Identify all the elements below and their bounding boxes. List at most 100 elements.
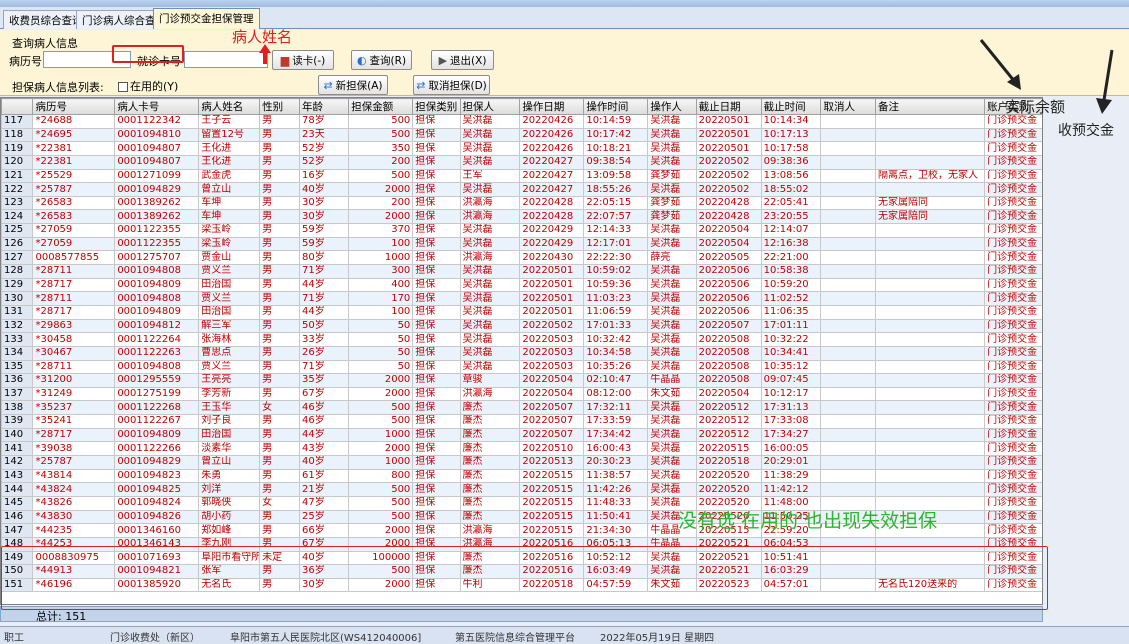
column-header[interactable]: 担保人 bbox=[459, 98, 521, 115]
row-number: 128 bbox=[1, 264, 34, 279]
table-cell: 洪瀛海 bbox=[459, 523, 521, 538]
row-number: 131 bbox=[1, 304, 34, 320]
row-number: 125 bbox=[1, 223, 34, 238]
query-panel-title: 查询病人信息 bbox=[12, 37, 78, 50]
table-cell: 吴洪磊 bbox=[647, 468, 697, 484]
card-number-input[interactable] bbox=[184, 51, 268, 68]
table-row[interactable]: 131 *28717 0001094809 田治国男 44岁 100 担保 吴洪磊 202205… bbox=[1, 304, 1042, 320]
in-use-checkbox[interactable]: 在用的(Y) bbox=[118, 78, 178, 94]
table-row[interactable]: 120 *22381 0001094807 王化进男 52岁 200 担保 吴洪磊 202204… bbox=[1, 154, 1042, 170]
row-number: 133 bbox=[1, 332, 34, 347]
table-cell: *26583 bbox=[32, 195, 116, 211]
table-cell: 担保 bbox=[412, 482, 461, 497]
row-number: 123 bbox=[1, 195, 34, 211]
column-header[interactable]: 病历号 bbox=[32, 98, 116, 115]
table-row[interactable]: 124 *26583 0001389262 车坤男 30岁 2000 担保 洪瀛海 202204… bbox=[1, 209, 1042, 225]
table-row[interactable]: 122 *25787 0001094829 曾立山男 40岁 2000 担保 吴洪磊 20220… bbox=[1, 182, 1042, 197]
table-row[interactable]: 121 *25529 0001271099 武金虎男 16岁 500 担保 王军 2022042… bbox=[1, 168, 1042, 184]
column-header[interactable]: 病人姓名 bbox=[198, 98, 261, 115]
table-row[interactable]: 140 *28717 0001094809 田治国男 44岁 1000 担保 廉杰 202205… bbox=[1, 427, 1042, 443]
column-header[interactable]: 备注 bbox=[875, 98, 986, 115]
table-cell: 09:07:45 bbox=[760, 373, 822, 388]
table-cell: 44岁 bbox=[298, 304, 350, 320]
table-row[interactable]: 135 *28711 0001094808 贾义兰男 71岁 50 担保 吴洪磊 2022050… bbox=[1, 359, 1042, 375]
table-cell: 71岁 bbox=[298, 359, 350, 375]
table-row[interactable]: 134 *30467 0001122263 曹思点男 26岁 50 担保 吴洪磊 2022050… bbox=[1, 345, 1042, 361]
column-header[interactable]: 操作人 bbox=[647, 98, 697, 115]
table-cell: 26岁 bbox=[298, 345, 350, 361]
query-panel: 查询病人信息 病历号 就诊卡号 ▆ 读卡(-) ◐ 查询(R) ▶ 退出(X) … bbox=[0, 30, 1129, 96]
table-cell: 20220520 bbox=[695, 482, 762, 497]
table-cell: 47岁 bbox=[298, 495, 350, 511]
table-cell: 0001122263 bbox=[114, 345, 200, 361]
table-cell: 男 bbox=[259, 195, 300, 211]
column-header[interactable]: 操作时间 bbox=[583, 98, 649, 115]
table-cell: 20220502 bbox=[695, 168, 762, 184]
read-card-button[interactable]: ▆ 读卡(-) bbox=[272, 50, 334, 70]
row-number: 126 bbox=[1, 236, 34, 252]
table-row[interactable]: 130 *28711 0001094808 贾义兰男 71岁 170 担保 吴洪磊 202205… bbox=[1, 291, 1042, 306]
table-cell: 17:34:42 bbox=[583, 427, 649, 443]
table-row[interactable]: 136 *31200 0001295559 王亮亮男 35岁 2000 担保 章骏 202205… bbox=[1, 373, 1042, 388]
column-header[interactable]: 担保类别 bbox=[412, 98, 461, 115]
table-cell: 10:34:58 bbox=[583, 345, 649, 361]
table-row[interactable]: 127 0008577855 0001275707 贾金山男 80岁 1000 担保 洪瀛海 2… bbox=[1, 250, 1042, 266]
table-row[interactable]: 133 *30458 0001122264 张海林男 33岁 50 担保 吴洪磊 2022050… bbox=[1, 332, 1042, 347]
table-row[interactable]: 123 *26583 0001389262 车坤男 30岁 200 担保 洪瀛海 2022042… bbox=[1, 195, 1042, 211]
table-cell: 吴洪磊 bbox=[647, 277, 697, 293]
table-cell: 100 bbox=[348, 236, 414, 252]
table-row[interactable]: 128 *28711 0001094808 贾义兰男 71岁 300 担保 吴洪磊 202205… bbox=[1, 264, 1042, 279]
table-row[interactable]: 126 *27059 0001122355 梁玉岭男 59岁 100 担保 吴洪磊 202204… bbox=[1, 236, 1042, 252]
table-cell: 男 bbox=[259, 523, 300, 538]
table-cell: 09:38:36 bbox=[760, 154, 822, 170]
column-header[interactable]: 取消人 bbox=[820, 98, 877, 115]
table-cell: 门诊预交金 bbox=[984, 455, 1042, 470]
table-row[interactable]: 132 *29863 0001094812 解三军男 50岁 50 担保 吴洪磊 2022050… bbox=[1, 318, 1042, 334]
checkbox-box[interactable] bbox=[118, 82, 128, 92]
table-cell: *25529 bbox=[32, 168, 116, 184]
table-row[interactable]: 144 *43824 0001094825 刘洋男 21岁 500 担保 廉杰 20220515… bbox=[1, 482, 1042, 497]
table-row[interactable]: 141 *39038 0001122266 淡素华男 43岁 2000 担保 廉杰 202205… bbox=[1, 441, 1042, 457]
table-cell: 洪瀛海 bbox=[459, 195, 521, 211]
search-button[interactable]: ◐ 查询(R) bbox=[351, 50, 412, 70]
cancel-guarantee-button[interactable]: ⇄ 取消担保(D) bbox=[413, 75, 490, 95]
table-cell: 贾金山 bbox=[198, 250, 261, 266]
column-header[interactable]: 截止时间 bbox=[760, 98, 822, 115]
table-cell: 0001122355 bbox=[114, 236, 200, 252]
column-header[interactable]: 年龄 bbox=[298, 98, 350, 115]
column-header[interactable]: 病人卡号 bbox=[114, 98, 200, 115]
table-row[interactable]: 138 *35237 0001122268 王玉华女 46岁 500 担保 廉杰 2022050… bbox=[1, 400, 1042, 416]
table-row[interactable]: 119 *22381 0001094807 王化进男 52岁 350 担保 吴洪磊 202204… bbox=[1, 141, 1042, 156]
table-cell: 20220520 bbox=[695, 468, 762, 484]
table-cell: 门诊预交金 bbox=[984, 400, 1042, 416]
table-row[interactable]: 139 *35241 0001122267 刘子良男 46岁 500 担保 廉杰 2022050… bbox=[1, 414, 1042, 429]
table-cell: 0001094825 bbox=[114, 482, 200, 497]
in-use-highlight-box bbox=[112, 45, 184, 63]
table-cell: 20220426 bbox=[519, 127, 585, 143]
table-cell bbox=[820, 209, 877, 225]
table-cell: 女 bbox=[259, 495, 300, 511]
table-cell: 担保 bbox=[412, 414, 461, 429]
table-cell: 20220508 bbox=[695, 332, 762, 347]
table-row[interactable]: 143 *43814 0001094823 朱勇男 61岁 800 担保 廉杰 20220515… bbox=[1, 468, 1042, 484]
table-cell: 门诊预交金 bbox=[984, 359, 1042, 375]
table-cell bbox=[820, 291, 877, 306]
table-row[interactable]: 118 *24695 0001094810 留置12号男 23天 500 担保 吴洪磊 2022… bbox=[1, 127, 1042, 143]
table-cell: 0001275199 bbox=[114, 386, 200, 402]
table-row[interactable]: 142 *25787 0001094829 曾立山男 40岁 1000 担保 廉杰 202205… bbox=[1, 455, 1042, 470]
exit-button[interactable]: ▶ 退出(X) bbox=[431, 50, 494, 70]
annotation-arrow-down-icon bbox=[1096, 49, 1114, 114]
column-header[interactable]: 截止日期 bbox=[695, 98, 762, 115]
column-header[interactable]: 性别 bbox=[259, 98, 300, 115]
table-cell: 吴洪磊 bbox=[459, 154, 521, 170]
table-row[interactable]: 117 *24688 0001122342 王子云男 78岁 500 担保 吴洪磊 202204… bbox=[1, 114, 1042, 129]
table-row[interactable]: 137 *31249 0001275199 李芳新男 67岁 2000 担保 洪瀛海 20220… bbox=[1, 386, 1042, 402]
column-header[interactable]: 担保金额 bbox=[348, 98, 414, 115]
table-cell: 门诊预交金 bbox=[984, 414, 1042, 429]
table-cell: *24688 bbox=[32, 114, 116, 129]
column-header[interactable]: 操作日期 bbox=[519, 98, 585, 115]
table-row[interactable]: 129 *28717 0001094809 田治国男 44岁 400 担保 吴洪磊 202205… bbox=[1, 277, 1042, 293]
new-guarantee-button[interactable]: ⇄ 新担保(A) bbox=[318, 75, 388, 95]
table-row[interactable]: 125 *27059 0001122355 梁玉岭男 59岁 370 担保 吴洪磊 202204… bbox=[1, 223, 1042, 238]
table-cell: 男 bbox=[259, 154, 300, 170]
